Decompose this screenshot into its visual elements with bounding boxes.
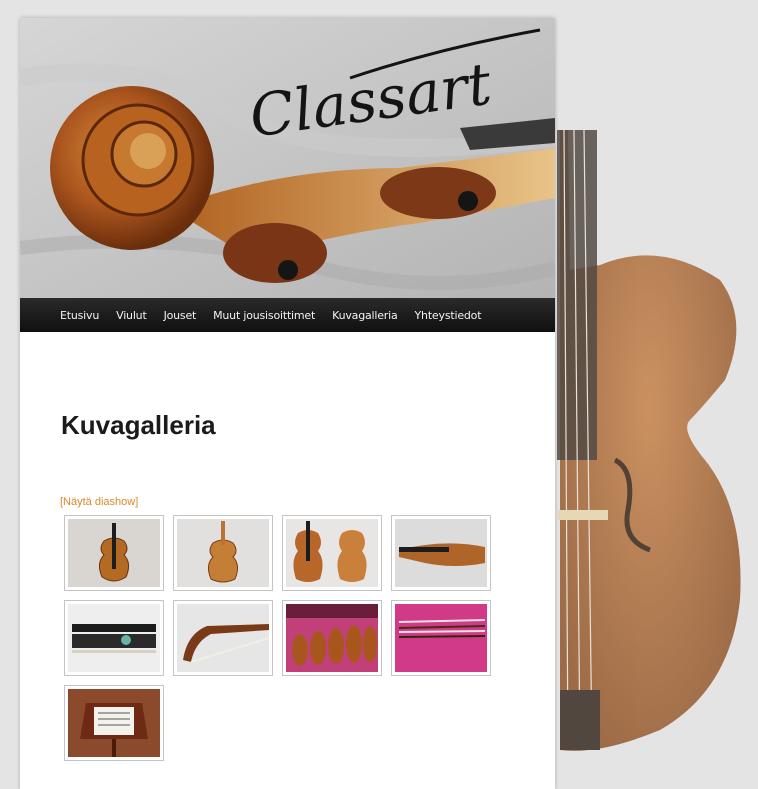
- slideshow-link[interactable]: [Näytä diashow]: [60, 496, 138, 508]
- gallery-thumbnail-violin-front-and-back[interactable]: [282, 515, 382, 591]
- nav-item-kuvagalleria[interactable]: Kuvagalleria: [332, 309, 398, 322]
- gallery-thumbnail-violin-back[interactable]: [173, 515, 273, 591]
- violin-scroll-banner-image: Classart: [20, 18, 555, 298]
- background-violin-image: [557, 130, 741, 751]
- nav-item-muut-jousisoittimet[interactable]: Muut jousisoittimet: [213, 309, 315, 322]
- nav-item-viulut[interactable]: Viulut: [116, 309, 147, 322]
- gallery-thumbnail-music-stand[interactable]: [64, 685, 164, 761]
- gallery-thumbnail-bows-on-pink[interactable]: [391, 600, 491, 676]
- gallery-thumbnail-bow-tip[interactable]: [173, 600, 273, 676]
- gallery-thumbnail-violin-front[interactable]: [64, 515, 164, 591]
- gallery-thumbnail-violin-side[interactable]: [391, 515, 491, 591]
- gallery-thumbnail-bow-frog[interactable]: [64, 600, 164, 676]
- nav-item-etusivu[interactable]: Etusivu: [60, 309, 99, 322]
- page-title: Kuvagalleria: [61, 410, 216, 440]
- gallery-thumbnail-violins-on-pink[interactable]: [282, 600, 382, 676]
- header-banner: Classart: [20, 18, 555, 298]
- nav-item-yhteystiedot[interactable]: Yhteystiedot: [415, 309, 482, 322]
- page-container: Classart Etusivu Viulut Jouset Muut jous…: [20, 18, 555, 789]
- main-navigation: Etusivu Viulut Jouset Muut jousisoittime…: [20, 298, 555, 332]
- nav-item-jouset[interactable]: Jouset: [164, 309, 197, 322]
